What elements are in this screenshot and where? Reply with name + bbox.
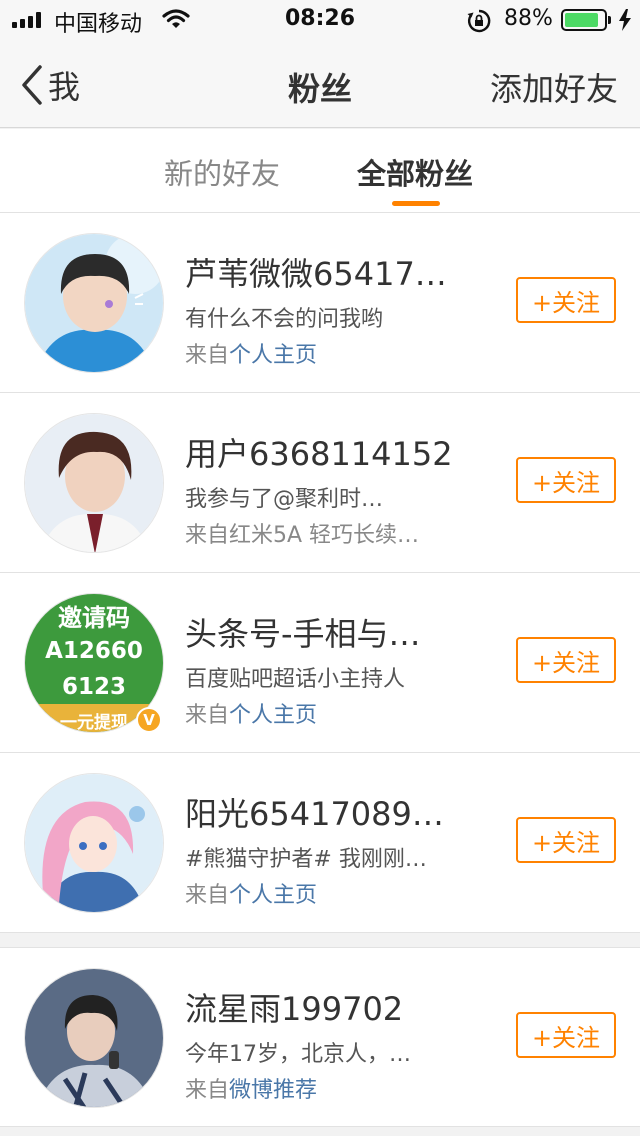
follower-name[interactable]: 阳光65417089…	[185, 789, 505, 835]
source-link[interactable]: 个人主页	[229, 883, 317, 908]
follower-description: #熊猫守护者# 我刚刚…	[185, 847, 427, 872]
follower-name[interactable]: 流星雨199702	[185, 984, 505, 1030]
tab-new-friends[interactable]: 新的好友	[164, 151, 280, 193]
battery-icon	[561, 9, 607, 31]
source-prefix: 来自	[185, 1078, 230, 1103]
follower-source: 来自微博推荐	[185, 1072, 435, 1104]
follower-name[interactable]: 头条号-手相与…	[185, 609, 505, 655]
charging-bolt-icon	[618, 9, 632, 37]
follow-button[interactable]: +关注	[516, 277, 616, 323]
followers-list: 芦苇微微65417… 有什么不会的问我哟 来自个人主页 +关注 用户636811…	[0, 213, 640, 1127]
follower-name[interactable]: 用户6368114152	[185, 429, 505, 475]
follower-name[interactable]: 芦苇微微65417…	[185, 249, 505, 295]
tab-bar: 新的好友 全部粉丝	[0, 129, 640, 213]
follower-description: 有什么不会的问我哟	[185, 307, 384, 332]
avatar[interactable]	[24, 413, 164, 553]
follower-description: 百度贴吧超话小主持人	[185, 667, 406, 692]
active-tab-indicator	[392, 201, 440, 206]
navigation-bar: 我 粉丝 添加好友	[0, 40, 640, 128]
add-friend-button[interactable]: 添加好友	[490, 64, 618, 110]
follower-source: 来自个人主页	[185, 877, 435, 909]
list-item[interactable]: 邀请码 A12660 6123 一元提现 V 头条号-手相与… 百度贴吧超话小主…	[0, 573, 640, 753]
source-link[interactable]: 个人主页	[229, 343, 317, 368]
battery-tip	[608, 16, 611, 24]
status-bar: 中国移动 08:26 88%	[0, 0, 640, 40]
source-link[interactable]: 个人主页	[229, 703, 317, 728]
follower-description: 我参与了@聚利时…	[185, 487, 384, 512]
follow-button[interactable]: +关注	[516, 457, 616, 503]
source-prefix: 来自	[185, 883, 230, 908]
list-item[interactable]: 芦苇微微65417… 有什么不会的问我哟 来自个人主页 +关注	[0, 213, 640, 393]
source-link[interactable]: 微博推荐	[229, 1078, 317, 1103]
avatar-text: 6123	[61, 674, 126, 700]
avatar[interactable]	[24, 773, 164, 913]
list-item[interactable]: 用户6368114152 我参与了@聚利时… 来自红米5A 轻巧长续… +关注	[0, 393, 640, 573]
list-item[interactable]: 阳光65417089… #熊猫守护者# 我刚刚… 来自个人主页 +关注	[0, 753, 640, 933]
tab-all-followers[interactable]: 全部粉丝	[357, 151, 473, 193]
rotation-lock-icon	[466, 8, 492, 40]
follower-description: 今年17岁，北京人，…	[185, 1042, 411, 1067]
verified-badge-icon: V	[136, 707, 162, 733]
follower-source: 来自个人主页	[185, 697, 435, 729]
avatar[interactable]	[24, 233, 164, 373]
avatar[interactable]	[24, 968, 164, 1108]
avatar-text: A12660	[45, 638, 143, 664]
follow-button[interactable]: +关注	[516, 637, 616, 683]
source-prefix: 来自	[185, 703, 230, 728]
source-prefix: 来自红米5A 轻巧长续…	[185, 523, 420, 548]
follow-button[interactable]: +关注	[516, 1012, 616, 1058]
follower-source: 来自个人主页	[185, 337, 435, 369]
avatar-text: 邀请码	[58, 604, 130, 632]
follow-button[interactable]: +关注	[516, 817, 616, 863]
battery-percentage: 88%	[504, 6, 553, 31]
source-prefix: 来自	[185, 343, 230, 368]
list-item[interactable]: 流星雨199702 今年17岁，北京人，… 来自微博推荐 +关注	[0, 947, 640, 1127]
follower-source: 来自红米5A 轻巧长续…	[185, 517, 435, 549]
